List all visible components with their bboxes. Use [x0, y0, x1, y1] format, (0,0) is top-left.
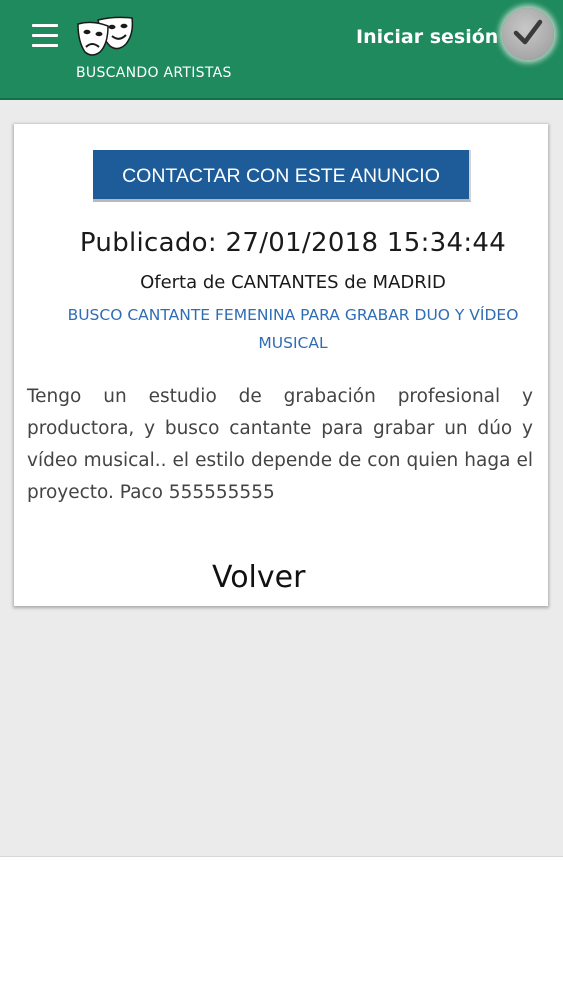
login-link[interactable]: Iniciar sesión [356, 26, 498, 48]
ad-detail-card: CONTACTAR CON ESTE ANUNCIO Publicado: 27… [14, 124, 548, 606]
menu-bar [32, 24, 58, 27]
published-date: Publicado: 27/01/2018 15:34:44 [79, 228, 507, 258]
hamburger-menu-icon[interactable] [32, 24, 58, 48]
offer-type: Oferta de CANTANTES de MADRID [140, 272, 446, 293]
theater-masks-icon[interactable] [76, 12, 138, 58]
contact-ad-button[interactable]: CONTACTAR CON ESTE ANUNCIO [93, 150, 471, 202]
top-header: BUSCANDO ARTISTAS Iniciar sesión [0, 0, 563, 100]
menu-bar [32, 44, 58, 47]
app-screen: BUSCANDO ARTISTAS Iniciar sesión CONTACT… [0, 0, 563, 857]
brand-name[interactable]: BUSCANDO ARTISTAS [76, 65, 232, 81]
checkmark-icon [513, 19, 543, 45]
back-link[interactable]: Volver [212, 560, 305, 595]
ad-description: Tengo un estudio de grabación profesiona… [27, 386, 533, 503]
ad-title: BUSCO CANTANTE FEMENINA PARA GRABAR DUO … [67, 306, 519, 352]
menu-bar [32, 34, 58, 37]
user-avatar[interactable] [502, 8, 554, 60]
